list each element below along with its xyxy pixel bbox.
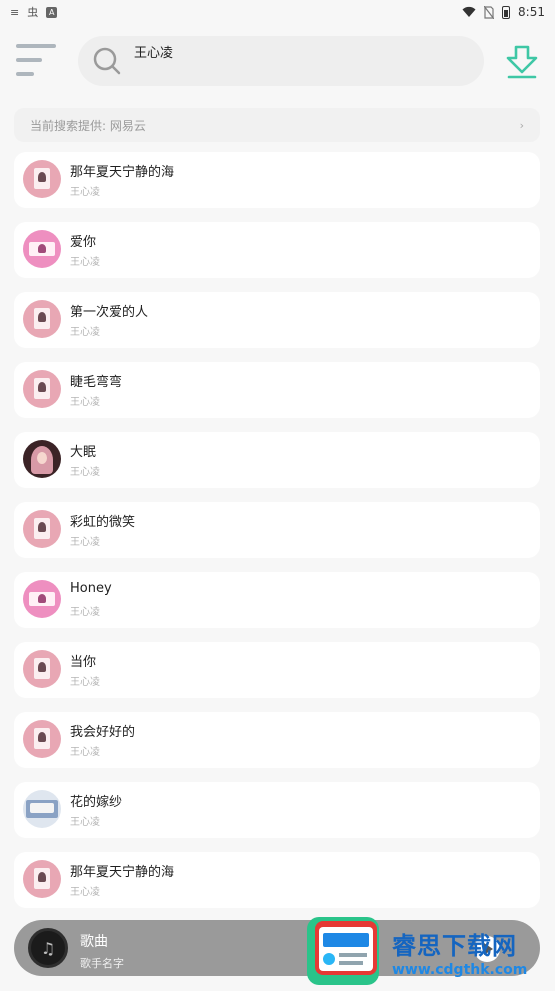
keyboard-icon: ≡ [10, 5, 20, 19]
search-source-label: 当前搜索提供: 网易云 [30, 118, 146, 133]
song-row[interactable]: 我会好好的 王心凌 [14, 712, 540, 768]
search-source-bar[interactable]: 当前搜索提供: 网易云 › [14, 108, 540, 142]
song-title: 我会好好的 [70, 725, 136, 740]
song-title: 睫毛弯弯 [70, 375, 123, 390]
song-row[interactable]: 睫毛弯弯 王心凌 [14, 362, 540, 418]
song-title: 当你 [70, 655, 97, 670]
song-row[interactable]: 当你 王心凌 [14, 642, 540, 698]
song-artist: 王心凌 [70, 677, 100, 688]
song-row[interactable]: 花的嫁纱 王心凌 [14, 782, 540, 838]
song-title: 那年夏天宁静的海 [70, 165, 175, 180]
song-artist: 王心凌 [70, 817, 100, 828]
song-artist: 王心凌 [70, 187, 100, 198]
song-artist: 王心凌 [70, 327, 100, 338]
song-artist: 王心凌 [70, 257, 100, 268]
song-artist: 王心凌 [70, 607, 100, 618]
vinyl-disc-icon [28, 928, 68, 968]
song-row[interactable]: 彩虹的微笑 王心凌 [14, 502, 540, 558]
song-title: 爱你 [70, 235, 97, 250]
song-artist: 王心凌 [70, 467, 100, 478]
clock: 8:51 [518, 5, 545, 19]
player-artist-name: 歌手名字 [80, 957, 124, 970]
app-header: 王心凌 [0, 24, 555, 96]
song-title: 花的嫁纱 [70, 795, 123, 810]
menu-button[interactable] [16, 42, 56, 78]
song-row[interactable]: Honey 王心凌 [14, 572, 540, 628]
search-input[interactable]: 王心凌 [78, 36, 484, 86]
song-list: 那年夏天宁静的海 王心凌 爱你 王心凌 第一次爱的人 王心凌 睫毛弯弯 王心凌 … [14, 152, 540, 922]
menu-icon-bottom-line [16, 72, 34, 76]
song-title: 第一次爱的人 [70, 305, 149, 320]
song-artist: 王心凌 [70, 537, 100, 548]
app-badge-icon: A [46, 6, 58, 18]
song-title: 大眠 [70, 445, 97, 460]
watermark-url: www.cdgthk.com [392, 962, 528, 978]
watermark-logo-icon [307, 917, 379, 985]
album-cover [23, 510, 61, 548]
album-cover [23, 370, 61, 408]
song-row[interactable]: 那年夏天宁静的海 王心凌 [14, 852, 540, 908]
song-artist: 王心凌 [70, 397, 100, 408]
song-row[interactable]: 第一次爱的人 王心凌 [14, 292, 540, 348]
no-sim-icon [484, 5, 495, 19]
chevron-right-icon: › [519, 118, 524, 132]
song-row[interactable]: 那年夏天宁静的海 王心凌 [14, 152, 540, 208]
download-button[interactable] [505, 44, 539, 80]
player-song-title: 歌曲 [80, 934, 108, 950]
song-title: Honey [70, 581, 112, 596]
menu-icon [16, 44, 56, 48]
album-cover [23, 580, 61, 618]
status-bar: ≡ 虫 A 8:51 [0, 0, 555, 24]
album-cover [23, 790, 61, 828]
album-cover [23, 650, 61, 688]
album-cover [23, 440, 61, 478]
search-icon [93, 47, 121, 75]
song-artist: 王心凌 [70, 887, 100, 898]
status-left: ≡ 虫 A [10, 4, 58, 20]
watermark-title: 睿思下载网 [392, 932, 517, 960]
battery-icon [502, 5, 511, 19]
wifi-icon [462, 6, 476, 17]
album-cover [23, 720, 61, 758]
album-cover [23, 860, 61, 898]
status-right: 8:51 [462, 5, 545, 19]
album-cover [23, 230, 61, 268]
song-row[interactable]: 大眠 王心凌 [14, 432, 540, 488]
search-value: 王心凌 [134, 46, 174, 61]
menu-icon-middle-line [16, 58, 42, 62]
song-title: 那年夏天宁静的海 [70, 865, 175, 880]
song-title: 彩虹的微笑 [70, 515, 136, 530]
album-cover [23, 160, 61, 198]
bug-icon: 虫 [27, 6, 39, 19]
album-cover [23, 300, 61, 338]
song-artist: 王心凌 [70, 747, 100, 758]
song-row[interactable]: 爱你 王心凌 [14, 222, 540, 278]
